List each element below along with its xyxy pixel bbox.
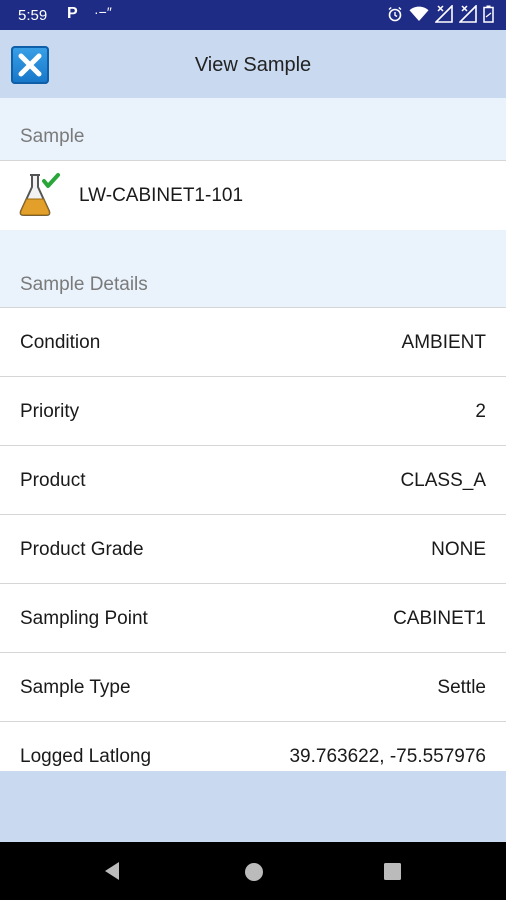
status-time: 5:59	[18, 7, 48, 24]
system-nav-bar	[0, 842, 506, 900]
details-section-title: Sample Details	[20, 274, 148, 295]
sample-section-header: Sample	[0, 98, 506, 161]
parking-icon: P	[67, 5, 78, 22]
detail-value: CABINET1	[393, 608, 486, 629]
detail-label: Sampling Point	[20, 608, 148, 629]
detail-row-sampling-point: Sampling Point CABINET1	[0, 584, 506, 653]
sample-row[interactable]: LW-CABINET1-101	[0, 161, 506, 231]
detail-row-sample-type: Sample Type Settle	[0, 653, 506, 722]
signal-x-icon-2	[459, 5, 477, 23]
page-title: View Sample	[194, 54, 312, 76]
home-icon[interactable]	[243, 861, 265, 883]
detail-label: Sample Type	[20, 677, 131, 698]
battery-icon	[483, 5, 494, 23]
detail-value: 39.763622, -75.557976	[289, 746, 486, 767]
notification-icon: ·−″	[94, 4, 112, 20]
bottom-toolbar-area	[0, 771, 506, 842]
sample-id: LW-CABINET1-101	[79, 185, 244, 206]
detail-row-condition: Condition AMBIENT	[0, 308, 506, 377]
detail-value: NONE	[431, 539, 486, 560]
detail-label: Condition	[20, 332, 101, 353]
wifi-icon	[409, 6, 429, 21]
detail-value: 2	[475, 401, 486, 422]
signal-x-icon	[435, 5, 453, 23]
detail-value: AMBIENT	[401, 332, 486, 353]
sample-details-list[interactable]: Condition AMBIENT Priority 2 Product CLA…	[0, 308, 506, 771]
details-section-header: Sample Details	[0, 230, 506, 308]
detail-label: Logged Latlong	[20, 746, 152, 767]
app-bar: View Sample	[0, 30, 506, 98]
status-icons	[387, 5, 494, 23]
detail-value: Settle	[437, 677, 486, 698]
sample-section-title: Sample	[20, 126, 85, 147]
back-icon[interactable]	[102, 861, 122, 881]
status-bar: 5:59 P ·−″	[0, 0, 506, 30]
detail-value: CLASS_A	[400, 470, 486, 491]
detail-row-product: Product CLASS_A	[0, 446, 506, 515]
flask-check-icon	[19, 173, 60, 216]
detail-label: Priority	[20, 401, 80, 422]
detail-label: Product Grade	[20, 539, 144, 560]
detail-row-product-grade: Product Grade NONE	[0, 515, 506, 584]
detail-row-logged-latlong: Logged Latlong 39.763622, -75.557976	[0, 722, 506, 771]
recents-icon[interactable]	[384, 863, 401, 880]
detail-row-priority: Priority 2	[0, 377, 506, 446]
detail-label: Product	[20, 470, 86, 491]
alarm-icon	[388, 6, 402, 22]
